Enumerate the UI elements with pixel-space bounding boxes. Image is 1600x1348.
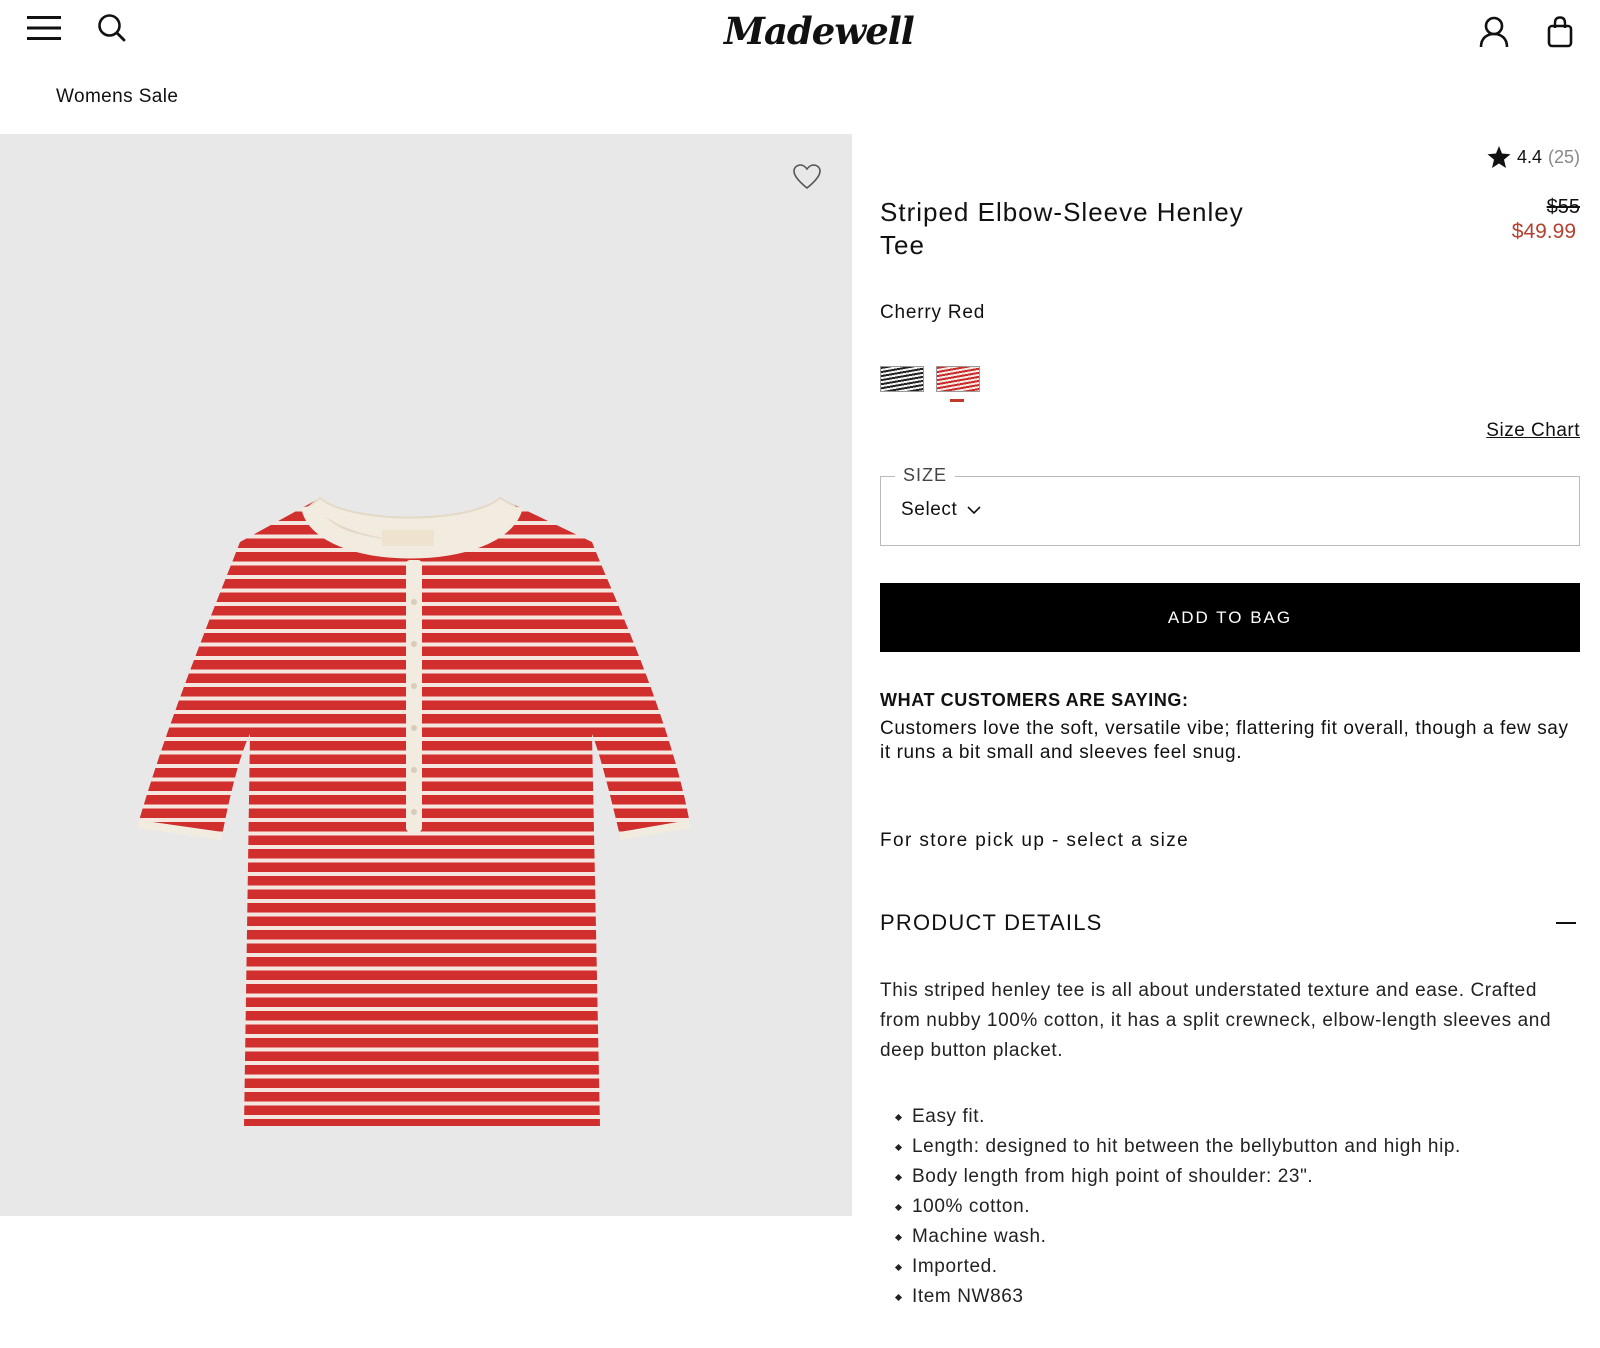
star-icon xyxy=(1487,146,1511,168)
shopping-bag-icon[interactable] xyxy=(1540,12,1580,52)
original-price: $55 xyxy=(1546,196,1580,218)
size-label: SIZE xyxy=(895,465,956,486)
breadcrumb[interactable]: Womens Sale xyxy=(56,86,178,108)
list-item: Body length from high point of shoulder:… xyxy=(896,1162,1461,1192)
product-image xyxy=(137,496,691,1126)
size-chart-link[interactable]: Size Chart xyxy=(1486,420,1580,442)
list-item: 100% cotton. xyxy=(896,1192,1461,1222)
product-details-list: Easy fit. Length: designed to hit betwee… xyxy=(896,1102,1461,1312)
search-icon[interactable] xyxy=(92,10,132,46)
list-item: Item NW863 xyxy=(896,1282,1461,1312)
product-image-gallery[interactable] xyxy=(0,134,852,1216)
size-select[interactable]: SIZE Select xyxy=(880,465,1580,546)
collapse-icon[interactable] xyxy=(1556,912,1580,932)
selected-swatch-indicator xyxy=(950,399,964,402)
reviews-summary-heading: WHAT CUSTOMERS ARE SAYING: xyxy=(880,690,1189,710)
reviews-summary-text: Customers love the soft, versatile vibe;… xyxy=(880,718,1569,763)
product-title: Striped Elbow-Sleeve Henley Tee xyxy=(880,197,1244,260)
swatch-cherry-red-stripe[interactable] xyxy=(936,366,980,392)
list-item: Easy fit. xyxy=(896,1102,1461,1132)
size-select-value: Select xyxy=(901,499,958,520)
add-to-bag-button[interactable]: ADD TO BAG xyxy=(880,583,1580,652)
list-item: Machine wash. xyxy=(896,1222,1461,1252)
selected-color-name: Cherry Red xyxy=(880,302,986,323)
site-header: Madewell xyxy=(0,0,1600,70)
madewell-logo[interactable]: Madewell xyxy=(724,6,915,56)
user-icon[interactable] xyxy=(1474,12,1514,52)
hamburger-menu-icon[interactable] xyxy=(24,10,64,46)
rating-value: 4.4 xyxy=(1516,146,1542,167)
list-item: Imported. xyxy=(896,1252,1461,1282)
sale-price: $49.99 xyxy=(1511,220,1576,243)
product-rating[interactable]: 4.4 (25) xyxy=(1487,146,1580,168)
chevron-down-icon xyxy=(967,505,981,514)
product-description: This striped henley tee is all about und… xyxy=(880,980,1552,1061)
store-pickup-text: For store pick up - select a size xyxy=(880,830,1190,851)
list-item: Length: designed to hit between the bell… xyxy=(896,1132,1461,1162)
heart-icon[interactable] xyxy=(792,162,822,192)
product-details-heading[interactable]: PRODUCT DETAILS xyxy=(880,910,1103,936)
review-count: (25) xyxy=(1547,146,1580,167)
swatch-navy-stripe[interactable] xyxy=(880,366,924,392)
